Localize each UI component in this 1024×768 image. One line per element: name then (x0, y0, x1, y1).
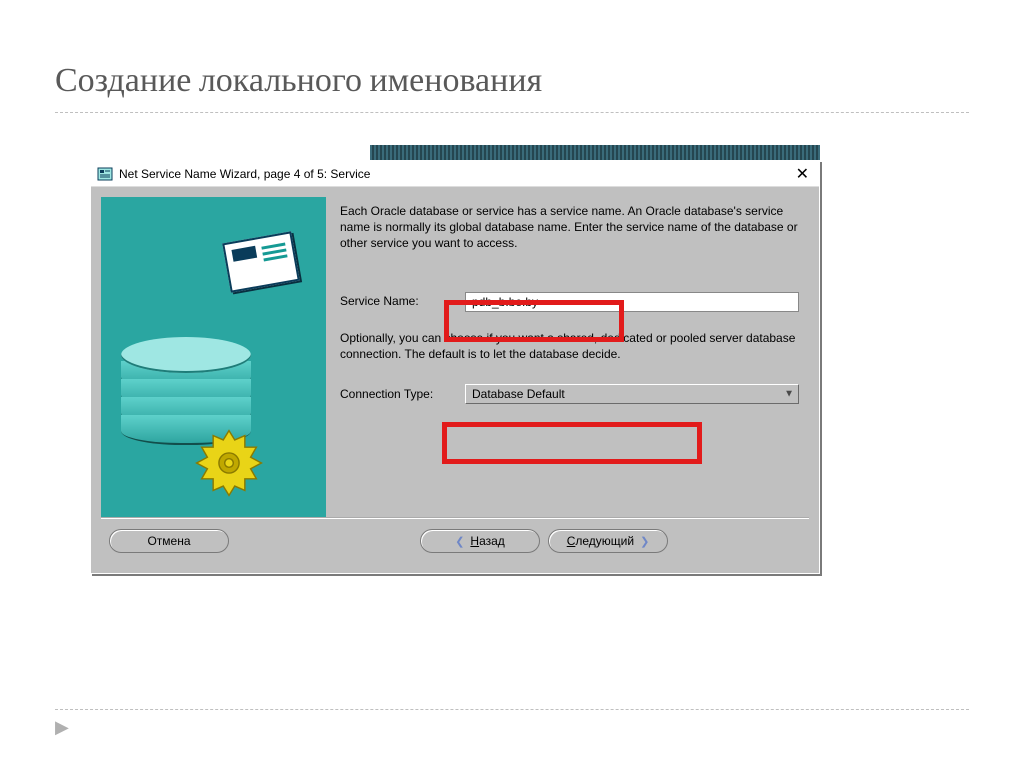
dialog-title: Net Service Name Wizard, page 4 of 5: Se… (119, 167, 792, 181)
wizard-dialog: Net Service Name Wizard, page 4 of 5: Se… (90, 160, 820, 574)
service-name-row: Service Name: (340, 292, 799, 312)
dialog-body: Each Oracle database or service has a se… (91, 187, 819, 573)
dialog-footer: Отмена ❮ Назад Следующий ❯ (101, 517, 809, 563)
close-icon[interactable]: ✕ (792, 164, 813, 184)
optional-text: Optionally, you can choose if you want a… (340, 330, 799, 362)
slide-title: Создание локального именования (0, 0, 1024, 112)
highlight-connection-type (442, 422, 702, 464)
service-name-label: Service Name: (340, 293, 465, 309)
instruction-text: Each Oracle database or service has a se… (340, 203, 799, 252)
form-card-graphic (222, 231, 300, 292)
chevron-down-icon: ▼ (784, 387, 794, 401)
slide-arrow-icon: ▶ (55, 717, 69, 738)
divider-bottom (55, 709, 969, 710)
gear-icon (193, 427, 265, 499)
chevron-right-icon: ❯ (640, 535, 649, 548)
service-name-input[interactable] (465, 292, 799, 312)
cancel-button[interactable]: Отмена (109, 529, 229, 553)
connection-type-label: Connection Type: (340, 386, 465, 402)
wizard-icon (97, 166, 113, 182)
form-pane: Each Oracle database or service has a se… (326, 197, 809, 517)
connection-type-select[interactable]: Database Default ▼ (465, 384, 799, 404)
connection-type-value: Database Default (472, 386, 565, 402)
wizard-illustration (101, 197, 326, 517)
connection-type-row: Connection Type: Database Default ▼ (340, 384, 799, 404)
next-button[interactable]: Следующий ❯ (548, 529, 668, 553)
divider-top (55, 112, 969, 113)
back-button[interactable]: ❮ Назад (420, 529, 540, 553)
titlebar: Net Service Name Wizard, page 4 of 5: Se… (91, 161, 819, 187)
chevron-left-icon: ❮ (455, 535, 464, 548)
